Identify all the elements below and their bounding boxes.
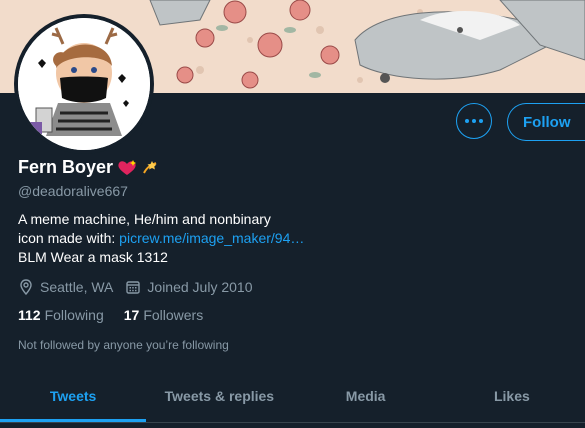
location-item: Seattle, WA xyxy=(18,279,113,295)
follow-button[interactable]: Follow xyxy=(507,103,585,141)
tab-tweets[interactable]: Tweets xyxy=(0,370,147,422)
heart-with-sparkle-icon xyxy=(116,159,138,177)
avatar[interactable] xyxy=(18,18,150,150)
tab-tweets-and-replies[interactable]: Tweets & replies xyxy=(146,370,292,422)
profile-name-row: Fern Boyer xyxy=(18,157,159,178)
avatar-ring xyxy=(14,14,154,154)
more-dots-icon xyxy=(465,119,483,123)
bio-line-2-prefix: icon made with: xyxy=(18,230,120,246)
following-count: 112 xyxy=(18,307,41,323)
profile-bio: A meme machine, He/him and nonbinary ico… xyxy=(18,210,558,267)
following-link[interactable]: 112 Following xyxy=(18,307,104,323)
tab-tweets-label: Tweets xyxy=(49,388,97,404)
location-pin-icon xyxy=(20,279,32,295)
tab-tweets-and-replies-label: Tweets & replies xyxy=(164,388,275,404)
joined-item: Joined July 2010 xyxy=(125,279,252,295)
dizzy-star-icon xyxy=(141,159,159,177)
joined-text: Joined July 2010 xyxy=(147,279,253,295)
profile-page: Follow Fern Boyer @deadoralive667 A meme… xyxy=(0,0,585,428)
bio-picrew-link[interactable]: picrew.me/image_maker/94… xyxy=(119,230,304,246)
bio-line-1: A meme machine, He/him and nonbinary xyxy=(18,211,271,227)
profile-meta: Seattle, WA Joined July 2010 xyxy=(18,279,264,295)
calendar-icon xyxy=(126,281,141,294)
following-label: Following xyxy=(44,307,104,323)
profile-handle: @deadoralive667 xyxy=(18,183,128,199)
tabs-divider xyxy=(0,422,585,423)
bio-line-2: icon made with: picrew.me/image_maker/94… xyxy=(18,229,558,248)
follow-label: Follow xyxy=(523,113,571,131)
followers-link[interactable]: 17 Followers xyxy=(124,307,203,323)
followers-count: 17 xyxy=(123,307,140,323)
tab-likes[interactable]: Likes xyxy=(439,370,585,422)
more-options-button[interactable] xyxy=(456,103,492,139)
bio-line-3: BLM Wear a mask 1312 xyxy=(18,249,168,265)
tab-media[interactable]: Media xyxy=(293,370,439,422)
location-text: Seattle, WA xyxy=(40,279,114,295)
profile-stats: 112 Following 17 Followers xyxy=(18,307,223,323)
display-name: Fern Boyer xyxy=(18,157,114,177)
followers-label: Followers xyxy=(143,307,204,323)
profile-tabs: Tweets Tweets & replies Media Likes xyxy=(0,370,585,422)
tab-likes-label: Likes xyxy=(493,388,530,404)
tab-media-label: Media xyxy=(345,388,386,404)
followed-by-note: Not followed by anyone you’re following xyxy=(18,338,229,352)
